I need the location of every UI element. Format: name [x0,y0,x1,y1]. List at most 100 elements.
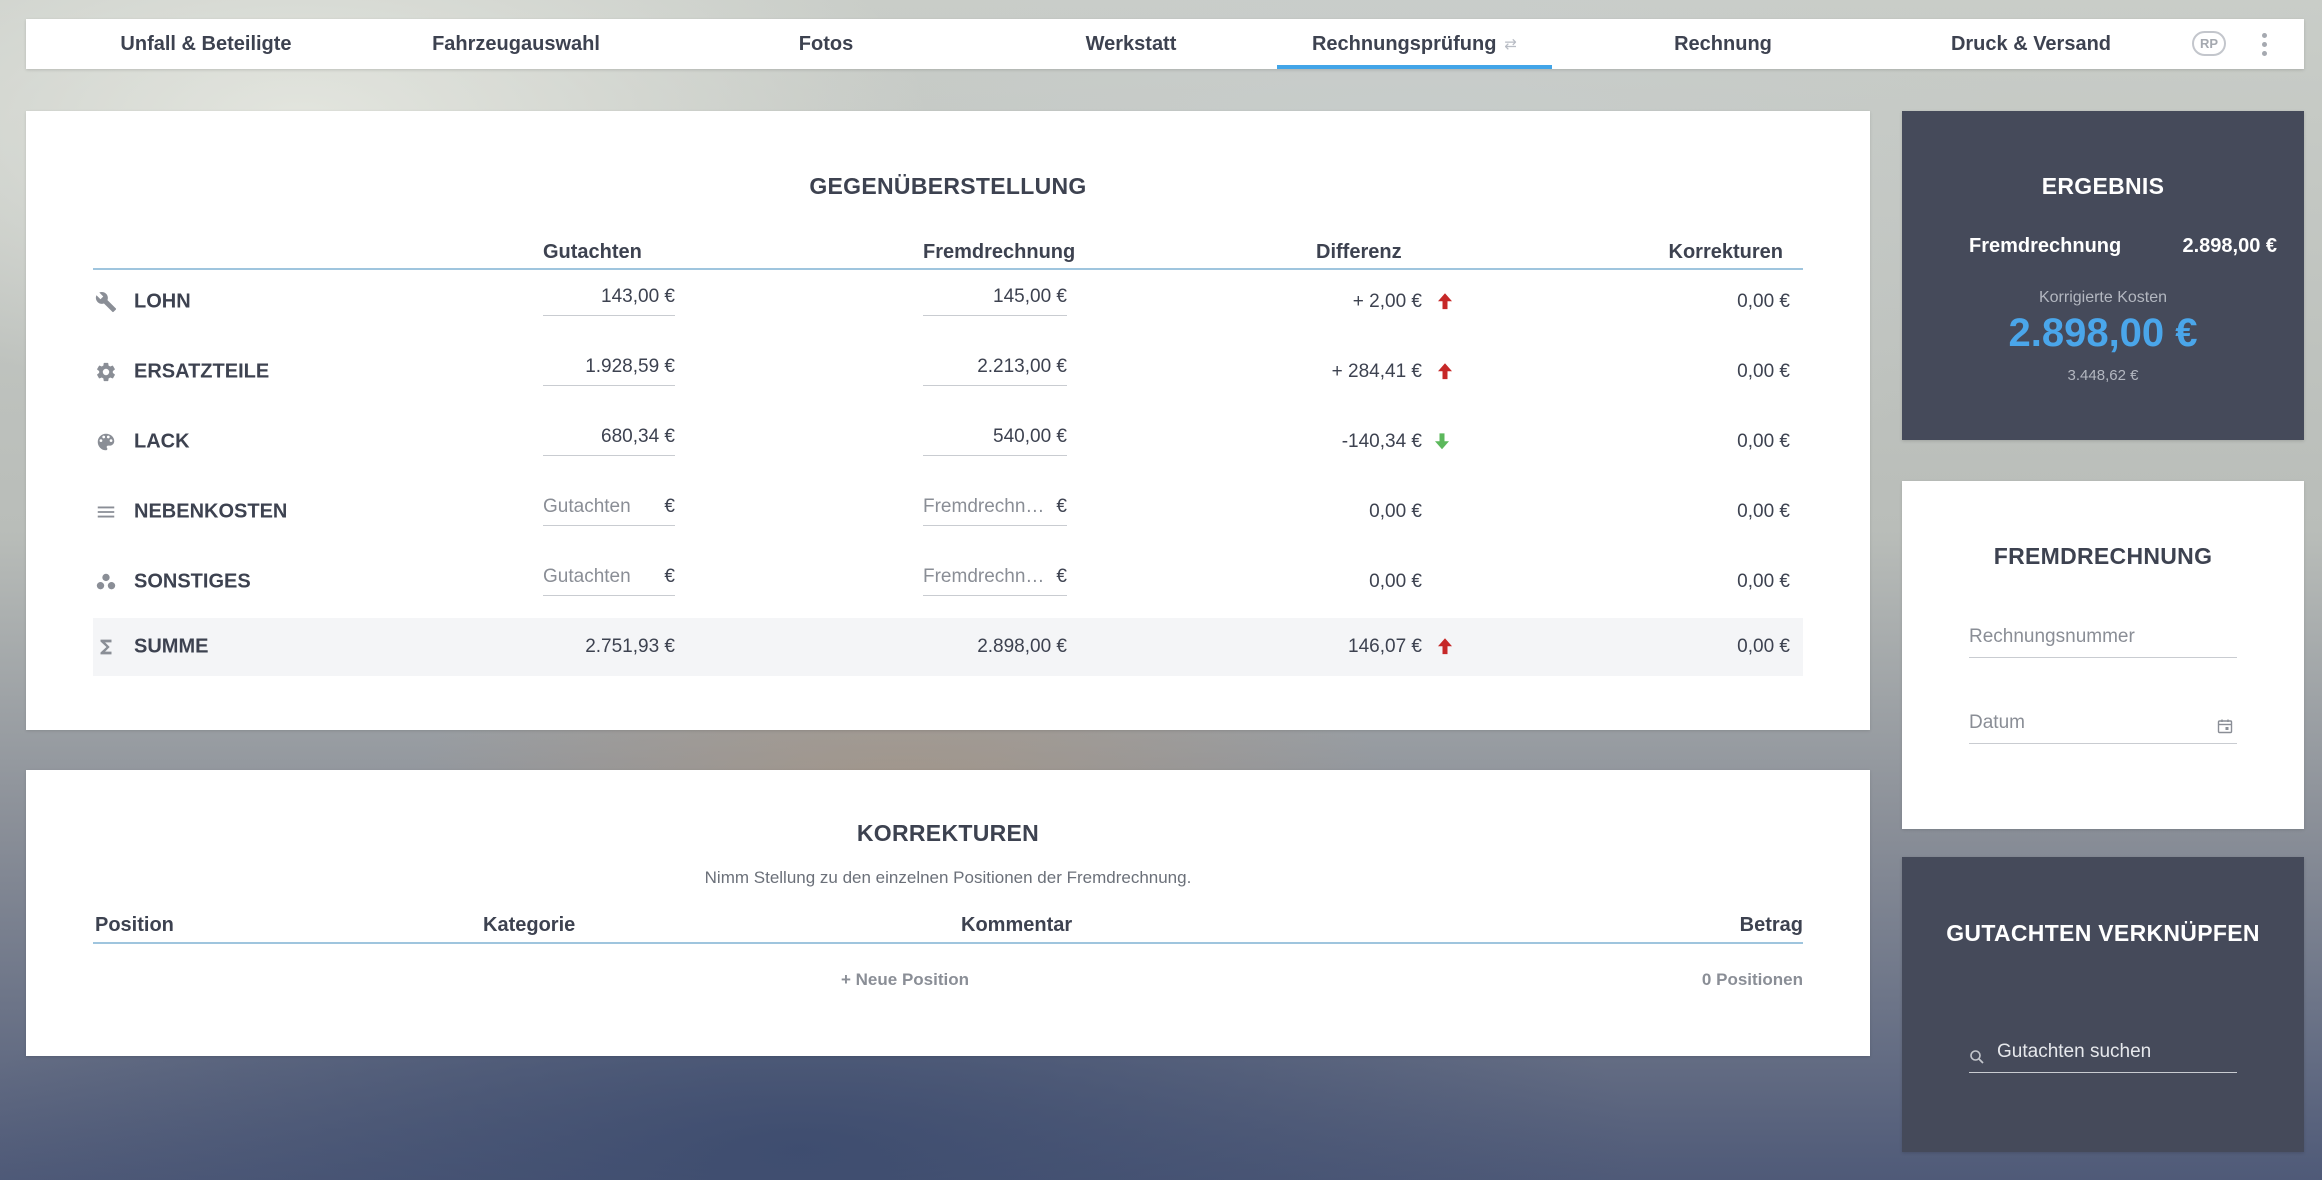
input-placeholder: Rechnungsnummer [1969,626,2135,647]
differenz-value: 0,00 € [1369,501,1422,522]
result-fremd-value: 2.898,00 € [2182,235,2277,257]
tab-rechnungspruefung[interactable]: Rechnungsprüfung ⇄ [1277,19,1552,69]
row-summe: SUMME 2.751,93 € 2.898,00 € 146,07 € 0,0… [93,618,1803,676]
invoice-date-input[interactable]: Datum [1969,706,2237,744]
invoice-number-input[interactable]: Rechnungsnummer [1969,620,2237,658]
tab-fotos[interactable]: Fotos [706,19,946,69]
original-costs-value: 3.448,62 € [2067,367,2139,384]
gear-icon [97,362,115,382]
new-position-button[interactable]: + Neue Position [841,970,969,990]
tab-label: Fotos [798,32,854,55]
palette-icon [97,433,115,451]
tab-fahrzeugauswahl[interactable]: Fahrzeugauswahl [396,19,636,69]
link-report-title: GUTACHTEN VERKNÜPFEN [1946,920,2260,946]
sum-gutachten: 2.751,93 € [585,636,675,657]
row-lack: LACK 680,34 € 540,00 € -140,34 € 0,00 € [93,412,1803,472]
differenz-value: 0,00 € [1369,571,1422,592]
gutachten-input[interactable]: 143,00 € [543,282,675,316]
comparison-title: GEGENÜBERSTELLUNG [809,173,1087,199]
compare-arrows-icon: ⇄ [1504,36,1517,53]
row-lohn: LOHN 143,00 € 145,00 € + 2,00 € 0,00 € [93,272,1803,332]
differenz-value: + 284,41 € [1331,361,1422,382]
corrections-card: KORREKTUREN Nimm Stellung zu den einzeln… [26,770,1870,1056]
tab-label: Werkstatt [1085,32,1177,55]
row-nebenkosten: NEBENKOSTEN Gutachten € Fremdrechn… € 0,… [93,482,1803,542]
tab-unfall-beteiligte[interactable]: Unfall & Beteiligte [86,19,326,69]
korrekturen-value: 0,00 € [1737,291,1790,312]
sum-differenz: 146,07 € [1348,636,1422,657]
more-menu-icon[interactable] [2254,29,2274,59]
corrected-costs-label: Korrigierte Kosten [2038,289,2168,306]
input-value: 143,00 € [601,286,675,307]
currency-suffix: € [664,496,675,517]
input-placeholder: Datum [1969,712,2025,733]
gutachten-input[interactable]: Gutachten € [543,492,675,526]
gutachten-input[interactable]: 1.928,59 € [543,352,675,386]
arrow-up-icon [1438,638,1452,655]
col-betrag: Betrag [1739,914,1803,936]
input-value: 145,00 € [993,286,1067,307]
result-fremd-label: Fremdrechnung [1969,235,2122,257]
corrections-title: KORREKTUREN [856,820,1040,846]
row-sonstiges: SONSTIGES Gutachten € Fremdrechn… € 0,00… [93,552,1803,612]
col-gutachten: Gutachten [543,241,642,263]
tab-werkstatt[interactable]: Werkstatt [1011,19,1251,69]
row-label: LOHN [134,290,191,313]
sigma-icon [100,639,112,655]
arrow-up-icon [1438,293,1452,310]
tab-rechnung[interactable]: Rechnung [1603,19,1843,69]
calendar-icon[interactable] [2217,718,2233,734]
gutachten-input[interactable]: Gutachten € [543,562,675,596]
report-search-input[interactable]: Gutachten suchen [1969,1037,2237,1073]
fremdrechnung-input[interactable]: 540,00 € [923,422,1067,456]
col-kategorie: Kategorie [483,914,576,936]
search-icon [1970,1050,1984,1064]
col-kommentar: Kommentar [961,914,1073,936]
row-label: SONSTIGES [134,570,251,593]
korrekturen-value: 0,00 € [1737,431,1790,452]
input-value: 1.928,59 € [585,356,675,377]
input-placeholder: Fremdrechn… [923,496,1045,517]
sum-fremdrechnung: 2.898,00 € [977,636,1067,657]
result-card: ERGEBNIS Fremdrechnung 2.898,00 € Korrig… [1902,111,2304,440]
fremdrechnung-input[interactable]: 2.213,00 € [923,352,1067,386]
korrekturen-value: 0,00 € [1737,571,1790,592]
input-placeholder: Fremdrechn… [923,566,1045,587]
fremdrechnung-input[interactable]: Fremdrechn… € [923,492,1067,526]
sum-korrekturen: 0,00 € [1737,636,1790,657]
link-report-card: GUTACHTEN VERKNÜPFEN Gutachten suchen [1902,857,2304,1152]
corrections-subtitle: Nimm Stellung zu den einzelnen Positione… [704,868,1192,887]
row-label: SUMME [134,635,209,658]
arrow-down-icon [1435,433,1449,450]
user-avatar-badge[interactable]: RP [2192,31,2226,56]
korrekturen-value: 0,00 € [1737,361,1790,382]
row-label: NEBENKOSTEN [134,500,288,523]
tab-label: Fahrzeugauswahl [432,32,600,55]
position-count: 0 Positionen [1701,970,1803,989]
result-title: ERGEBNIS [2041,173,2165,199]
col-position: Position [95,914,174,936]
tab-label: Rechnungsprüfung [1311,32,1497,55]
differenz-value: + 2,00 € [1352,291,1422,312]
input-value: 680,34 € [601,426,675,447]
col-korrekturen: Korrekturen [1668,241,1783,263]
input-value: 2.213,00 € [977,356,1067,377]
top-navigation: Unfall & Beteiligte Fahrzeugauswahl Foto… [26,19,2304,69]
fremdrechnung-input[interactable]: Fremdrechn… € [923,562,1067,596]
gutachten-input[interactable]: 680,34 € [543,422,675,456]
comparison-card: GEGENÜBERSTELLUNG Gutachten Fremdrechnun… [26,111,1870,730]
currency-suffix: € [664,566,675,587]
row-ersatzteile: ERSATZTEILE 1.928,59 € 2.213,00 € + 284,… [93,342,1803,402]
corrected-costs-value: 2.898,00 € [2008,311,2198,355]
row-label: LACK [134,430,190,453]
differenz-value: -140,34 € [1341,431,1422,452]
tab-druck-versand[interactable]: Druck & Versand [1911,19,2151,69]
col-fremdrechnung: Fremdrechnung [923,241,1076,263]
corrections-header: Position Kategorie Kommentar Betrag [93,910,1803,944]
col-differenz: Differenz [1316,241,1402,263]
fremdrechnung-input[interactable]: 145,00 € [923,282,1067,316]
currency-suffix: € [1056,566,1067,587]
input-placeholder: Gutachten [543,496,631,517]
invoice-card: FREMDRECHNUNG Rechnungsnummer Datum [1902,481,2304,829]
avatar-initials: RP [2199,36,2219,51]
